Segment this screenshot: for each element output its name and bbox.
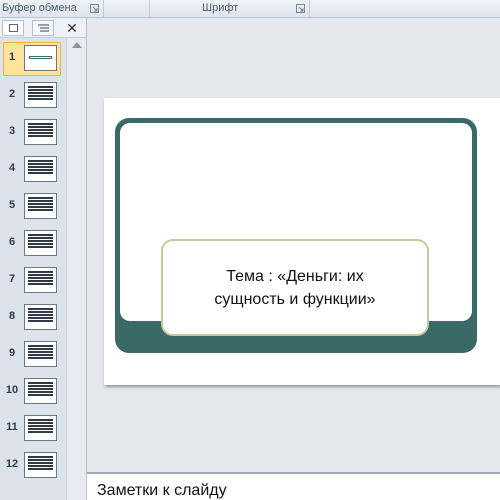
ribbon: Буфер обмена Шрифт (0, 0, 500, 18)
slide-preview (24, 415, 57, 441)
slide-thumbnail-8[interactable]: 8 (0, 301, 66, 335)
slides-panel-tabs: ✕ (0, 18, 86, 38)
slide-thumbnail-7[interactable]: 7 (0, 264, 66, 298)
slide-number: 11 (6, 421, 18, 433)
slide-number: 10 (5, 384, 19, 396)
slide-number: 2 (8, 88, 16, 100)
outline-tab-icon (38, 24, 49, 32)
slide-thumbnail-11[interactable]: 11 (0, 412, 66, 446)
slide-title-line-1: Тема : «Деньги: их (226, 267, 364, 285)
slide-title-text: Тема : «Деньги: их сущность и функции» (214, 265, 375, 311)
slide-number: 4 (8, 162, 16, 174)
scroll-up-arrow-icon[interactable] (72, 42, 82, 48)
dialog-launcher-icon[interactable] (296, 4, 305, 13)
slide-preview (24, 230, 57, 256)
slide-preview-title-bar (29, 56, 52, 59)
tab-outline[interactable] (32, 20, 54, 36)
slide-title-line-2: сущность и функции» (214, 290, 376, 308)
slide-thumbnail-4[interactable]: 4 (0, 153, 66, 187)
slide-thumbnail-12[interactable]: 12 (0, 449, 66, 483)
ribbon-group-font: Шрифт (150, 0, 310, 17)
slide-number: 8 (8, 310, 16, 322)
dialog-launcher-icon[interactable] (90, 4, 99, 13)
slide-thumbnail-3[interactable]: 3 (0, 116, 66, 150)
notes-placeholder: Заметки к слайду (97, 482, 227, 499)
slide-preview (24, 267, 57, 293)
current-slide[interactable]: Тема : «Деньги: их сущность и функции» (104, 98, 500, 385)
slide-preview (24, 341, 57, 367)
slide-thumbnail-9[interactable]: 9 (0, 338, 66, 372)
slide-number: 6 (8, 236, 16, 248)
ribbon-group-label-clipboard: Буфер обмена (2, 2, 77, 14)
close-panel-icon[interactable]: ✕ (63, 19, 81, 37)
slide-title-placeholder[interactable]: Тема : «Деньги: их сущность и функции» (161, 239, 429, 336)
ribbon-group-clipboard: Буфер обмена (0, 0, 104, 17)
slide-number: 9 (8, 347, 16, 359)
slide-preview (24, 378, 57, 404)
slide-preview (24, 193, 57, 219)
tab-slides[interactable] (2, 20, 24, 36)
slide-thumbnails-panel: 1 2 3 4 5 6 7 8 9 10 11 12 (0, 38, 66, 500)
slide-preview (24, 304, 57, 330)
slide-number: 7 (8, 273, 16, 285)
slide-number: 1 (8, 51, 16, 63)
slide-number: 12 (5, 458, 19, 470)
slides-tab-icon (9, 24, 18, 32)
slide-preview (24, 156, 57, 182)
ribbon-group-spacer (104, 0, 150, 17)
slide-preview (24, 45, 57, 71)
ribbon-group-label-font: Шрифт (202, 2, 239, 14)
slide-preview (24, 452, 57, 478)
slide-thumbnail-6[interactable]: 6 (0, 227, 66, 261)
thumbnails-scrollbar[interactable] (66, 38, 86, 500)
slide-preview (24, 82, 57, 108)
slide-thumbnail-1[interactable]: 1 (0, 42, 66, 76)
slide-thumbnail-10[interactable]: 10 (0, 375, 66, 409)
slide-thumbnail-2[interactable]: 2 (0, 79, 66, 113)
slide-preview (24, 119, 57, 145)
slide-thumbnail-5[interactable]: 5 (0, 190, 66, 224)
slide-number: 5 (8, 199, 16, 211)
slide-number: 3 (8, 125, 16, 137)
notes-pane[interactable]: Заметки к слайду (86, 472, 500, 500)
slide-edit-area: Тема : «Деньги: их сущность и функции» (86, 18, 500, 472)
